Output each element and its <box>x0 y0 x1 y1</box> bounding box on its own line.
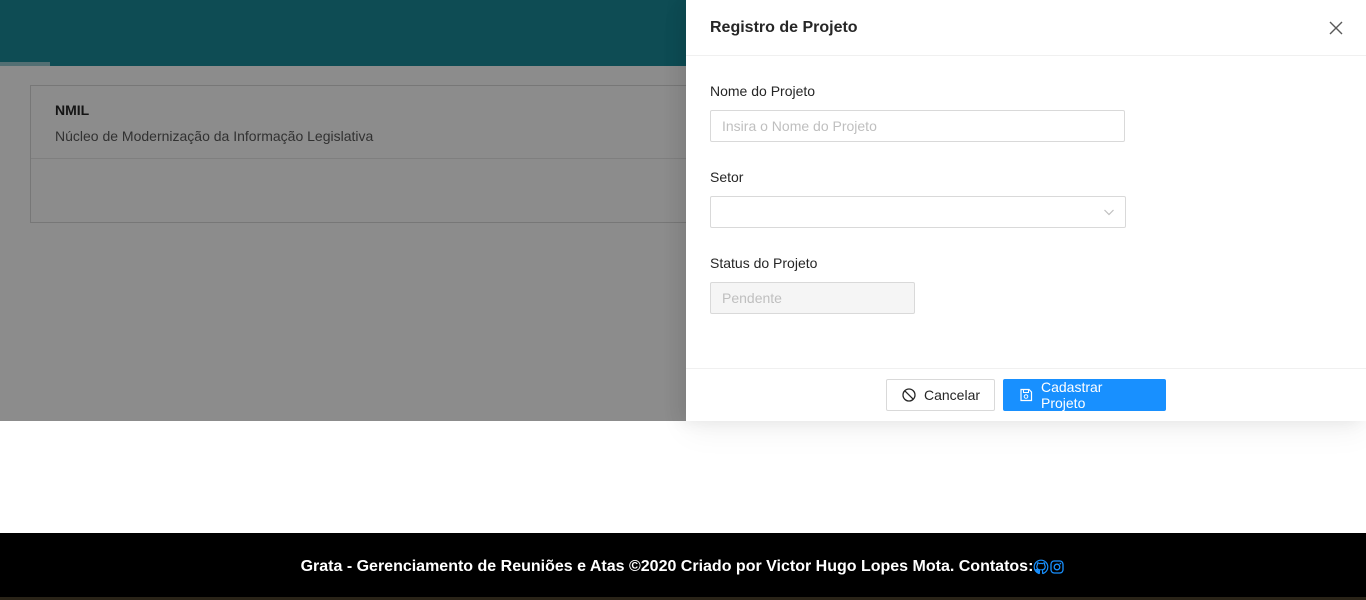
drawer-body: Nome do Projeto Setor Status do Projeto … <box>686 56 1366 369</box>
cancel-button-label: Cancelar <box>924 387 981 403</box>
status-label: Status do Projeto <box>710 255 818 271</box>
form-item-setor: Setor <box>710 168 1342 228</box>
form-item-nome: Nome do Projeto <box>710 82 1342 142</box>
setor-label: Setor <box>710 169 744 185</box>
github-icon[interactable] <box>1033 559 1049 575</box>
save-icon <box>1019 388 1033 402</box>
project-status-input: Pendente <box>710 282 915 314</box>
close-icon <box>1329 21 1343 35</box>
nome-label: Nome do Projeto <box>710 83 816 99</box>
chevron-down-icon <box>1104 209 1114 216</box>
drawer-header: Registro de Projeto <box>686 0 1366 56</box>
footer-text: Grata - Gerenciamento de Reuniões e Atas… <box>300 557 1034 575</box>
drawer-footer: Cancelar Cadastrar Projeto <box>686 368 1366 421</box>
page: NMIL Núcleo de Modernização da Informaçã… <box>0 0 1366 600</box>
project-register-drawer: Registro de Projeto Nome do Projeto Seto… <box>686 0 1366 421</box>
page-footer: Grata - Gerenciamento de Reuniões e Atas… <box>0 533 1366 600</box>
project-name-input[interactable] <box>710 110 1125 142</box>
instagram-icon[interactable] <box>1049 559 1065 575</box>
close-button[interactable] <box>1326 18 1346 38</box>
cancel-button[interactable]: Cancelar <box>886 379 995 411</box>
form-item-status: Status do Projeto Pendente <box>710 254 1342 314</box>
sector-select[interactable] <box>710 196 1126 228</box>
stop-icon <box>902 388 916 402</box>
register-project-button[interactable]: Cadastrar Projeto <box>1003 379 1166 411</box>
drawer-title: Registro de Projeto <box>710 19 858 36</box>
register-button-label: Cadastrar Projeto <box>1041 379 1103 411</box>
